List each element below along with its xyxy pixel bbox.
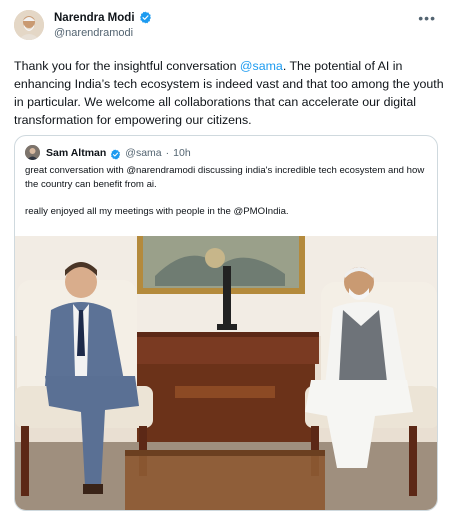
author-handle[interactable]: @narendramodi	[54, 27, 133, 39]
quoted-tweet-header: Sam Altman @sama · 10h	[25, 145, 191, 160]
tweet-text-part: Thank you for the insightful conversatio…	[14, 59, 240, 73]
quoted-author-name[interactable]: Sam Altman	[46, 147, 106, 159]
verified-badge-icon	[110, 147, 121, 160]
quoted-tweet-text: great conversation with @narendramodi di…	[25, 165, 425, 217]
author-name-row: Narendra Modi	[54, 11, 152, 24]
separator-dot: ·	[165, 146, 170, 159]
mention-link[interactable]: @sama	[240, 59, 283, 73]
quoted-tweet[interactable]: Sam Altman @sama · 10h great conversatio…	[14, 135, 438, 511]
author-display-name[interactable]: Narendra Modi	[54, 12, 135, 24]
tweet-text: Thank you for the insightful conversatio…	[14, 57, 444, 129]
quoted-tweet-photo[interactable]	[15, 236, 437, 510]
tweet: Narendra Modi @narendramodi ••• Thank yo…	[0, 0, 453, 515]
verified-badge-icon	[139, 11, 152, 24]
quoted-author-avatar[interactable]	[25, 145, 40, 160]
ellipsis-icon[interactable]: •••	[418, 10, 436, 26]
quoted-author-handle[interactable]: @sama	[125, 147, 161, 159]
quoted-tweet-time[interactable]: 10h	[173, 147, 191, 159]
author-avatar[interactable]	[14, 10, 44, 40]
